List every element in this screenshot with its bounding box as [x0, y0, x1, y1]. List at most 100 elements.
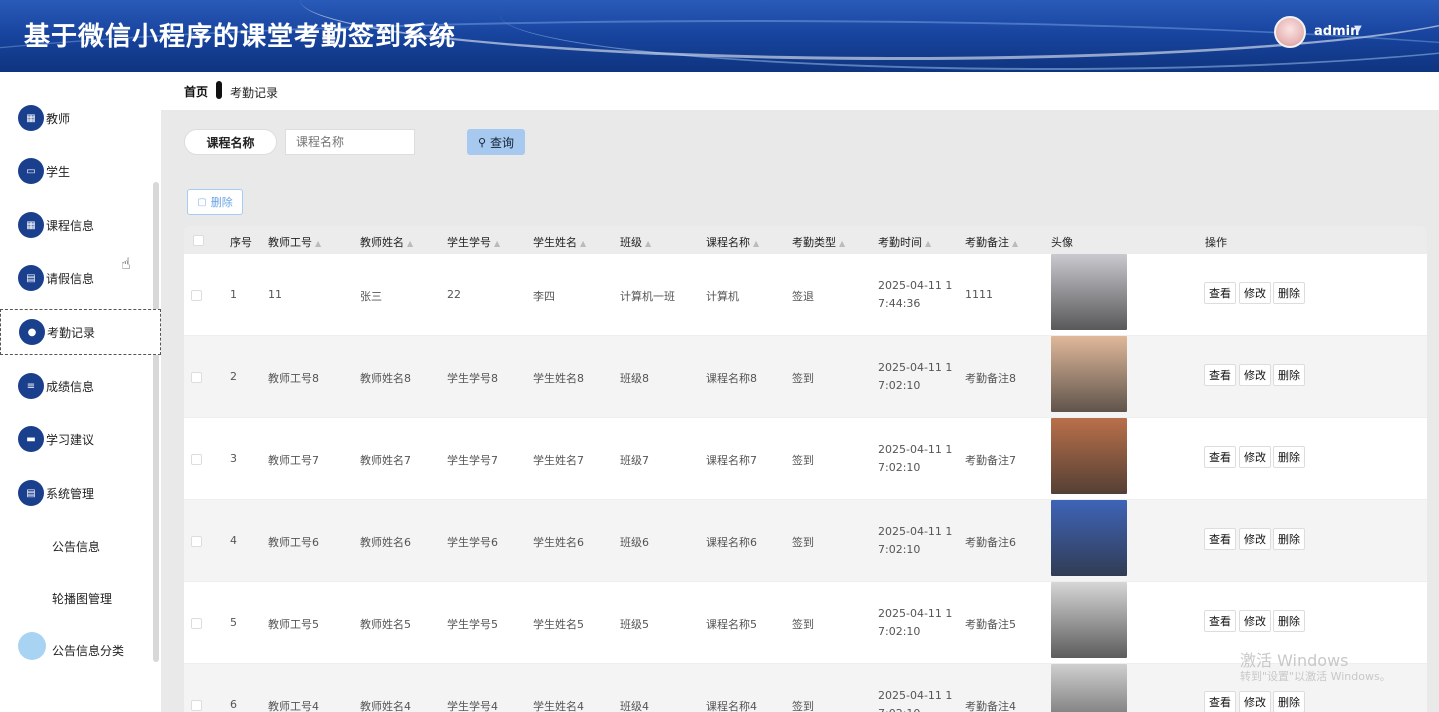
sidebar-item-label: 教师 [46, 111, 71, 126]
windows-watermark-hint: 转到"设置"以激活 Windows。 [1240, 670, 1391, 683]
delete-button[interactable]: 删除 [1273, 446, 1305, 468]
sliders-icon: ≡ [18, 373, 44, 399]
sidebar-subitem[interactable]: 公告信息 [52, 538, 100, 555]
sidebar-item[interactable]: ● 考勤记录 [0, 309, 161, 355]
sidebar-item[interactable]: ▤ 请假信息 [0, 255, 161, 301]
sidebar-item[interactable]: ▦ 教师 [0, 95, 161, 141]
cell-no: 3 [230, 452, 237, 465]
column-header[interactable]: 考勤时间 ▲ [878, 234, 931, 250]
sort-icon[interactable]: ▲ [494, 239, 500, 248]
cell-sname: 学生姓名4 [533, 700, 584, 712]
edit-button[interactable]: 修改 [1239, 446, 1271, 468]
edit-button[interactable]: 修改 [1239, 364, 1271, 386]
search-label: 课程名称 [184, 129, 277, 155]
cell-tid: 11 [268, 288, 282, 301]
search-button[interactable]: ⚲ 查询 [467, 129, 525, 155]
column-header[interactable]: 考勤类型 ▲ [792, 234, 845, 250]
column-header-label: 操作 [1205, 236, 1227, 249]
row-checkbox[interactable] [191, 618, 202, 629]
sort-icon[interactable]: ▲ [1012, 239, 1018, 248]
cell-tname: 教师姓名6 [360, 536, 411, 549]
grid-icon: ▦ [18, 105, 44, 131]
column-header[interactable]: 教师姓名 ▲ [360, 234, 413, 250]
sort-icon[interactable]: ▲ [645, 239, 651, 248]
column-header[interactable]: 学生学号 ▲ [447, 234, 500, 250]
delete-button[interactable]: 删除 [1273, 610, 1305, 632]
cell-tid: 教师工号4 [268, 700, 319, 712]
cell-tid: 教师工号5 [268, 618, 319, 631]
sort-icon[interactable]: ▲ [925, 239, 931, 248]
avatar-photo [1051, 500, 1127, 576]
apps-icon: ▦ [18, 212, 44, 238]
row-checkbox[interactable] [191, 536, 202, 547]
column-header-label: 序号 [230, 236, 252, 249]
column-header[interactable]: 课程名称 ▲ [706, 234, 759, 250]
table-row: 2 教师工号8 教师姓名8 学生学号8 学生姓名8 班级8 课程名称8 签到 2025-04-1… [184, 336, 1427, 418]
view-button[interactable]: 查看 [1204, 364, 1236, 386]
batch-delete-button[interactable]: ▢ 删除 [187, 189, 243, 215]
view-button[interactable]: 查看 [1204, 610, 1236, 632]
edit-button[interactable]: 修改 [1239, 282, 1271, 304]
sort-icon[interactable]: ▲ [407, 239, 413, 248]
breadcrumb-home[interactable]: 首页 [184, 83, 208, 100]
sidebar-item[interactable]: ▭ 学生 [0, 148, 161, 194]
sort-icon[interactable]: ▲ [839, 239, 845, 248]
cell-note: 考勤备注8 [965, 372, 1016, 385]
cell-note: 考勤备注6 [965, 536, 1016, 549]
row-checkbox[interactable] [191, 290, 202, 301]
mouse-cursor-icon: ☝ [121, 254, 131, 273]
column-header: 序号 [230, 234, 252, 250]
user-name[interactable]: admin [1314, 24, 1359, 39]
search-button-label: 查询 [490, 135, 515, 150]
cell-tid: 教师工号8 [268, 372, 319, 385]
column-header[interactable]: 班级 ▲ [620, 234, 651, 250]
sidebar-item[interactable]: ▦ 课程信息 [0, 202, 161, 248]
cell-type: 签到 [792, 454, 814, 467]
view-button[interactable]: 查看 [1204, 691, 1236, 712]
batch-delete-label: 删除 [210, 196, 233, 209]
delete-button[interactable]: 删除 [1273, 528, 1305, 550]
view-button[interactable]: 查看 [1204, 528, 1236, 550]
delete-button[interactable]: 删除 [1273, 282, 1305, 304]
cell-time: 2025-04-11 17:02:10 [878, 607, 953, 638]
column-header[interactable]: 教师工号 ▲ [268, 234, 321, 250]
sidebar-item[interactable]: ≡ 成绩信息 [0, 363, 161, 409]
header-bar: 基于微信小程序的课堂考勤签到系统 admin ▼ [0, 0, 1439, 72]
cell-type: 签到 [792, 372, 814, 385]
delete-button[interactable]: 删除 [1273, 691, 1305, 712]
chevron-down-icon[interactable]: ▼ [1354, 24, 1362, 35]
table-header: 序号 教师工号 ▲ 教师姓名 ▲ 学生学号 ▲ 学生姓名 ▲ 班级 ▲ 课程名称 ▲ 考勤类型 ▲ 考勤时间 ▲… [184, 226, 1427, 254]
edit-button[interactable]: 修改 [1239, 691, 1271, 712]
cell-note: 1111 [965, 288, 993, 301]
view-button[interactable]: 查看 [1204, 446, 1236, 468]
sidebar-item[interactable]: ▬ 学习建议 [0, 416, 161, 462]
edit-button[interactable]: 修改 [1239, 528, 1271, 550]
row-checkbox[interactable] [191, 372, 202, 383]
user-avatar[interactable] [1274, 16, 1306, 48]
menu-icon-glyph: ▬ [26, 433, 36, 445]
sidebar-subitem[interactable]: 轮播图管理 [52, 590, 112, 607]
menu-icon-glyph: ▭ [26, 165, 36, 177]
sort-icon[interactable]: ▲ [753, 239, 759, 248]
course-name-input[interactable] [285, 129, 415, 155]
avatar-photo [1051, 664, 1127, 712]
row-checkbox[interactable] [191, 454, 202, 465]
sort-icon[interactable]: ▲ [580, 239, 586, 248]
edit-button[interactable]: 修改 [1239, 610, 1271, 632]
attendance-table: 序号 教师工号 ▲ 教师姓名 ▲ 学生学号 ▲ 学生姓名 ▲ 班级 ▲ 课程名称 ▲ 考勤类型 ▲ 考勤时间 ▲… [184, 226, 1427, 712]
view-button[interactable]: 查看 [1204, 282, 1236, 304]
cell-type: 签到 [792, 700, 814, 712]
column-header[interactable]: 考勤备注 ▲ [965, 234, 1018, 250]
sort-icon[interactable]: ▲ [315, 239, 321, 248]
sidebar-extra-icon[interactable] [18, 632, 46, 660]
column-header[interactable]: 学生姓名 ▲ [533, 234, 586, 250]
monitor-icon: ▭ [18, 158, 44, 184]
cell-cls: 班级5 [620, 618, 649, 631]
cell-cls: 班级7 [620, 454, 649, 467]
delete-button[interactable]: 删除 [1273, 364, 1305, 386]
row-checkbox[interactable] [191, 700, 202, 711]
sidebar-item[interactable]: ▤ 系统管理 [0, 470, 161, 516]
cell-tname: 教师姓名7 [360, 454, 411, 467]
sidebar-subitem[interactable]: 公告信息分类 [52, 642, 124, 659]
select-all-checkbox[interactable] [193, 235, 204, 246]
